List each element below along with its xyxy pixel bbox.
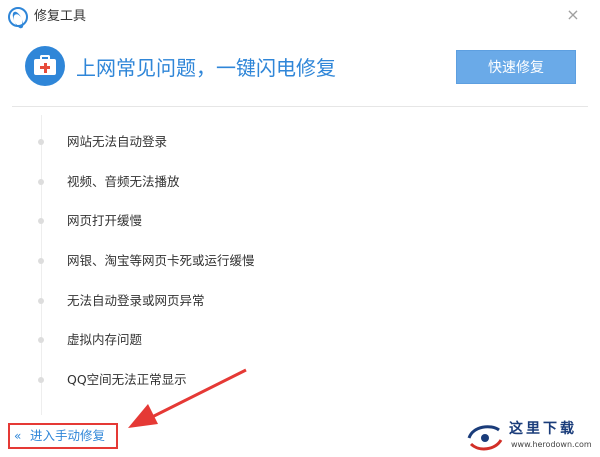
list-item: 网页打开缓慢 [36, 201, 456, 241]
bullet-dot-icon [38, 139, 44, 145]
arrow-head [128, 404, 158, 428]
issue-list: 网站无法自动登录 视频、音频无法播放 网页打开缓慢 网银、淘宝等网页卡死或运行缓… [36, 122, 456, 400]
repair-tool-window: 修复工具 × 上网常见问题，一键闪电修复 快速修复 网站无法自动登录 视频、音频… [0, 0, 600, 457]
watermark: 这里下载 www.herodown.com [465, 418, 595, 454]
bullet-dot-icon [38, 178, 44, 185]
first-aid-kit-icon [25, 46, 65, 86]
list-item: 视频、音频无法播放 [36, 162, 456, 202]
title-bar[interactable]: 修复工具 × [0, 0, 600, 34]
bullet-dot-icon [38, 337, 44, 344]
manual-repair-link[interactable]: « 进入手动修复 [8, 423, 118, 449]
bullet-dot-icon [38, 258, 44, 265]
kit-cross [43, 62, 47, 73]
bullet-dot-icon [38, 218, 44, 225]
headline: 上网常见问题，一键闪电修复 [76, 56, 336, 80]
double-chevron-left-icon: « [14, 429, 22, 443]
close-icon[interactable]: × [564, 6, 582, 24]
list-item: QQ空间无法正常显示 [36, 360, 456, 400]
manual-repair-label: 进入手动修复 [30, 428, 106, 443]
issue-label: 无法自动登录或网页异常 [67, 292, 205, 308]
issue-label: 网站无法自动登录 [67, 134, 168, 149]
list-item: 无法自动登录或网页异常 [36, 281, 456, 321]
issue-label: QQ空间无法正常显示 [67, 372, 187, 388]
watermark-logo-icon [467, 425, 503, 451]
browser-logo-icon [8, 7, 28, 27]
quick-fix-button[interactable]: 快速修复 [456, 50, 576, 84]
bullet-dot-icon [38, 377, 44, 384]
bullet-dot-icon [38, 297, 44, 304]
issue-label: 网银、淘宝等网页卡死或运行缓慢 [67, 253, 255, 269]
list-item: 网站无法自动登录 [36, 122, 456, 162]
watermark-url: www.herodown.com [511, 440, 592, 449]
issue-label: 虚拟内存问题 [67, 332, 143, 348]
issue-label: 视频、音频无法播放 [67, 173, 180, 189]
list-item: 虚拟内存问题 [36, 320, 456, 360]
divider [12, 106, 588, 107]
list-item: 网银、淘宝等网页卡死或运行缓慢 [36, 241, 456, 281]
header: 上网常见问题，一键闪电修复 快速修复 [0, 34, 600, 106]
watermark-text: 这里下载 [509, 421, 577, 437]
window-title: 修复工具 [34, 9, 87, 24]
issue-label: 网页打开缓慢 [67, 213, 143, 229]
